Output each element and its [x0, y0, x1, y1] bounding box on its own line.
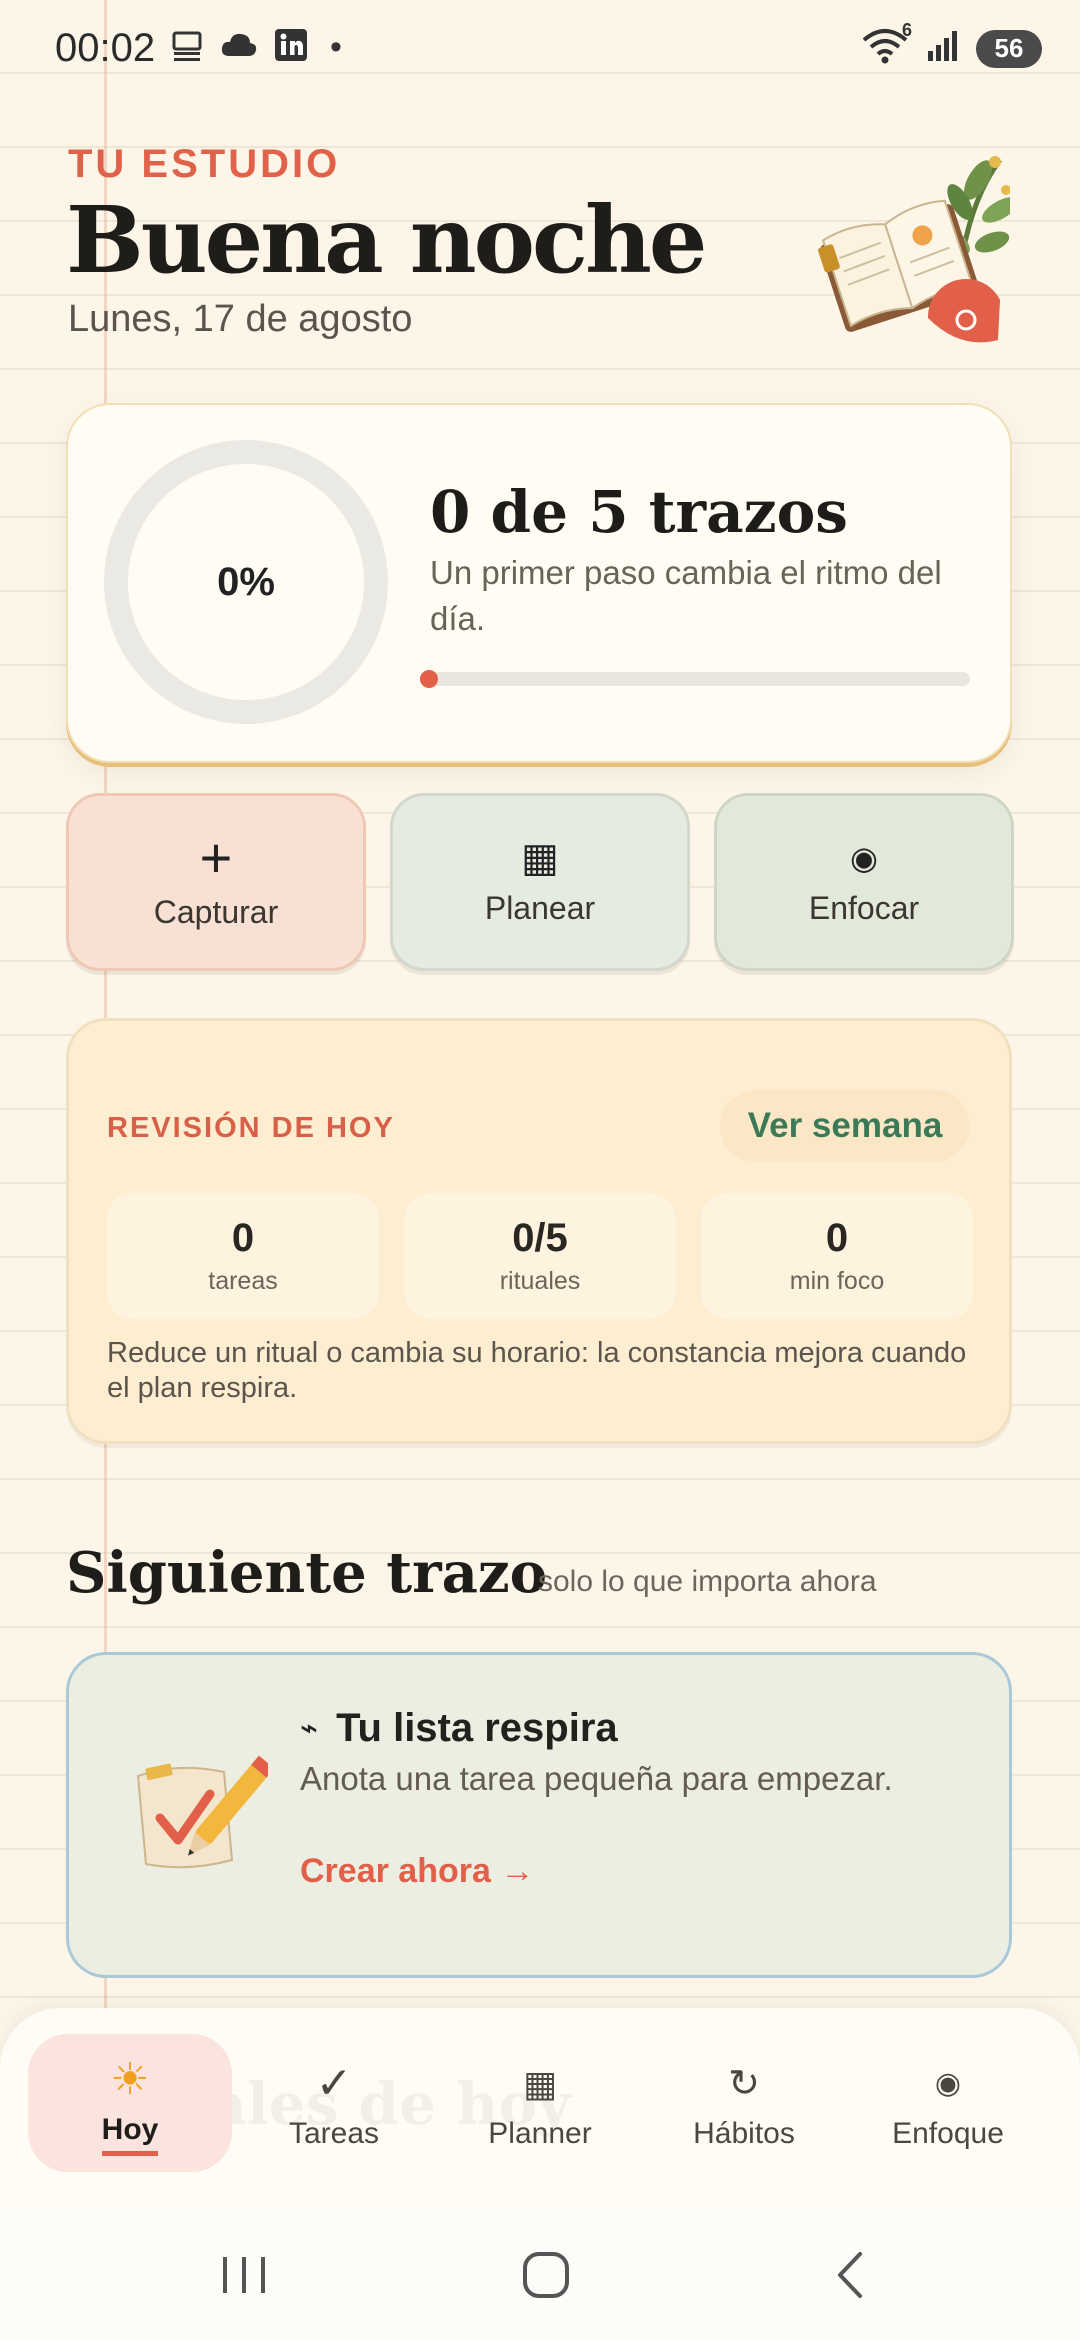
stat-tasks: 0 tareas: [107, 1193, 379, 1319]
back-icon: [838, 2252, 862, 2298]
nav-item-tareas[interactable]: ✓ Tareas: [234, 2040, 434, 2170]
eyebrow-label: TU ESTUDIO: [68, 142, 341, 186]
stat-value: 0/5: [512, 1216, 568, 1260]
section-title: Siguiente trazo: [66, 1540, 548, 1606]
empty-state-subtitle: Anota una tarea pequeña para empezar.: [300, 1760, 893, 1797]
progress-ring: 0%: [104, 440, 388, 724]
recent-apps-icon: [223, 2257, 265, 2293]
nav-item-enfoque[interactable]: ◉ Enfoque: [848, 2040, 1048, 2170]
nav-label: Hoy: [101, 2113, 159, 2156]
linkedin-icon: [274, 28, 308, 67]
check-icon: ✓: [315, 2059, 353, 2108]
stat-rituals: 0/5 rituales: [404, 1193, 676, 1319]
capture-button[interactable]: + Capturar: [66, 793, 366, 971]
grid-icon: ▦: [522, 2063, 557, 2104]
capture-button-label: Capturar: [153, 893, 279, 930]
nav-label: Planner: [488, 2117, 592, 2150]
progress-percent: 0%: [217, 559, 275, 604]
empty-state-title: ⌁ Tu lista respira: [300, 1706, 618, 1751]
repeat-icon: ↻: [728, 2063, 760, 2105]
home-button[interactable]: [506, 2240, 586, 2310]
home-icon: [523, 2252, 569, 2298]
stat-label: min foco: [789, 1267, 885, 1295]
bolt-icon: ⌁: [300, 1712, 319, 1745]
stat-label: tareas: [208, 1267, 278, 1295]
status-time: 00:02: [55, 26, 156, 70]
nav-label: Tareas: [288, 2117, 380, 2150]
progress-subtitle: Un primer paso cambia el ritmo del día.: [430, 554, 942, 637]
plan-button-label: Planear: [484, 889, 596, 926]
progress-bar-marker: [420, 670, 438, 688]
wifi-icon: 6: [860, 20, 912, 71]
view-week-button[interactable]: Ver semana: [720, 1090, 970, 1162]
plus-icon: +: [199, 825, 233, 889]
cloud-icon: [220, 30, 258, 65]
stat-focus-minutes: 0 min foco: [701, 1193, 973, 1319]
progress-bar: [420, 672, 970, 686]
notification-dot: •: [330, 28, 342, 66]
date-label: Lunes, 17 de agosto: [68, 298, 413, 340]
nav-item-planner[interactable]: ▦ Planner: [440, 2040, 640, 2170]
nav-item-habitos[interactable]: ↻ Hábitos: [644, 2040, 844, 2170]
nav-label: Enfoque: [892, 2117, 1004, 2150]
progress-title: 0 de 5 trazos: [430, 478, 848, 546]
stat-value: 0: [231, 1216, 255, 1260]
target-icon: ◉: [934, 2067, 962, 2100]
status-right-icons: 6 56: [860, 20, 1042, 71]
grid-icon: ▦: [521, 835, 559, 880]
wifi-badge: 6: [901, 20, 912, 40]
battery-indicator: 56: [976, 29, 1042, 68]
create-now-link[interactable]: Crear ahora →: [300, 1852, 534, 1891]
recent-apps-button[interactable]: [204, 2240, 284, 2310]
focus-button[interactable]: ◉ Enfocar: [714, 793, 1014, 971]
back-button[interactable]: [810, 2240, 890, 2310]
stat-label: rituales: [499, 1267, 581, 1295]
sun-icon: ☀: [110, 2054, 150, 2104]
stat-value: 0: [825, 1216, 849, 1260]
desktop-icon: [170, 28, 204, 67]
review-note: Reduce un ritual o cambia su horario: la…: [107, 1337, 967, 1404]
pencil-note-illustration: [128, 1748, 275, 1878]
empty-state-title-text: Tu lista respira: [336, 1706, 618, 1750]
status-left-icons: •: [170, 28, 342, 67]
notebook-plant-illustration: [810, 140, 1018, 350]
nav-item-hoy[interactable]: ☀ Hoy: [30, 2040, 230, 2170]
review-title: REVISIÓN DE HOY: [107, 1112, 395, 1144]
nav-label: Hábitos: [693, 2117, 795, 2150]
page-title: Buena noche: [66, 186, 707, 294]
focus-button-label: Enfocar: [808, 889, 920, 926]
target-icon: ◉: [850, 839, 878, 876]
signal-icon: [926, 29, 960, 68]
section-subtitle: solo lo que importa ahora: [538, 1565, 877, 1598]
plan-button[interactable]: ▦ Planear: [390, 793, 690, 971]
